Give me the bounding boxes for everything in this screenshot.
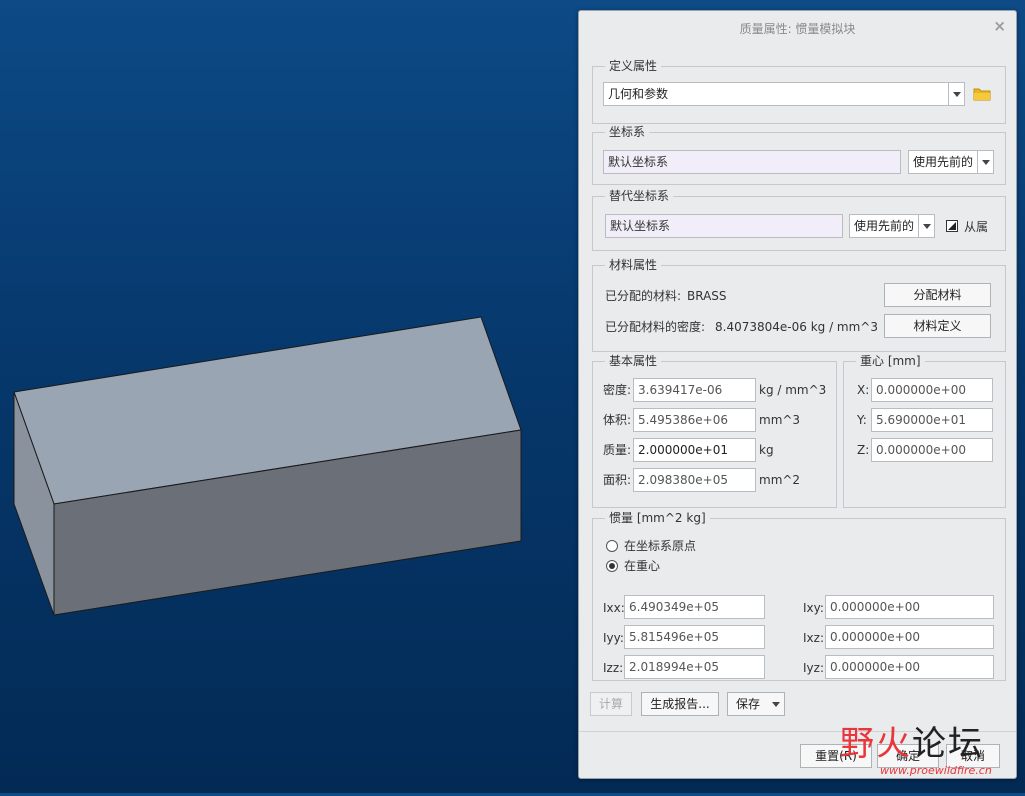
dialog-titlebar[interactable]: 质量属性: 惯量模拟块 × (579, 11, 1016, 43)
coordinate-system-field[interactable]: 默认坐标系 (603, 150, 901, 174)
izz-field[interactable]: 2.018994e+05 (624, 655, 765, 679)
volume-field[interactable]: 5.495386e+06 (633, 408, 756, 432)
dependent-toggle-icon[interactable] (946, 220, 958, 232)
cog-z-field[interactable]: 0.000000e+00 (871, 438, 993, 462)
footer-separator (579, 731, 1016, 732)
chevron-down-icon[interactable] (918, 215, 934, 237)
iyy-label: Iyy: (603, 631, 624, 645)
ixy-field[interactable]: 0.000000e+00 (825, 595, 994, 619)
chevron-down-icon[interactable] (977, 151, 993, 173)
area-label: 面积: (603, 473, 632, 487)
radio-at-origin-label: 在坐标系原点 (624, 539, 697, 553)
coordinate-system-group: 坐标系 默认坐标系 使用先前的 (592, 124, 1006, 185)
radio-at-origin[interactable] (606, 540, 618, 552)
inertia-group: 惯量 [mm^2 kg] 在坐标系原点 在重心 Ixx: 6.490349e+0… (592, 510, 1006, 681)
save-menu-button[interactable]: 保存 (727, 692, 785, 716)
volume-label: 体积: (603, 413, 632, 427)
center-of-gravity-legend: 重心 [mm] (856, 353, 925, 369)
mass-label: 质量: (603, 443, 632, 457)
generate-report-button[interactable]: 生成报告... (641, 692, 719, 716)
reset-button[interactable]: 重置(R) (800, 744, 872, 768)
density-label: 密度: (603, 383, 632, 397)
radio-at-cog-label: 在重心 (624, 559, 661, 573)
cog-y-label: Y: (857, 413, 867, 427)
density-unit: kg / mm^3 (759, 383, 827, 397)
basic-properties-group: 基本属性 密度: 3.639417e-06 kg / mm^3 体积: 5.49… (592, 353, 837, 508)
mass-field[interactable]: 2.000000e+01 (633, 438, 756, 462)
iyz-field[interactable]: 0.000000e+00 (825, 655, 994, 679)
folder-icon[interactable] (973, 86, 991, 101)
iyz-label: Iyz: (803, 661, 824, 675)
material-density-label: 已分配材料的密度: (605, 320, 706, 334)
radio-at-cog[interactable] (606, 560, 618, 572)
alt-coordinate-system-mode-select[interactable]: 使用先前的 (849, 214, 935, 238)
cog-z-label: Z: (857, 443, 870, 457)
area-unit: mm^2 (759, 473, 801, 487)
define-properties-legend: 定义属性 (605, 58, 662, 74)
inertia-legend: 惯量 [mm^2 kg] (605, 510, 710, 526)
dialog-title: 质量属性: 惯量模拟块 (739, 22, 856, 36)
assigned-material-label: 已分配的材料: (605, 289, 682, 303)
chevron-down-icon[interactable] (948, 83, 964, 105)
volume-unit: mm^3 (759, 413, 801, 427)
ixx-field[interactable]: 6.490349e+05 (624, 595, 765, 619)
compute-button[interactable]: 计算 (590, 692, 632, 716)
mass-properties-dialog: 质量属性: 惯量模拟块 × 定义属性 几何和参数 坐标系 默认坐标系 使用先前的… (578, 10, 1017, 779)
material-definition-button[interactable]: 材料定义 (884, 314, 991, 338)
ixx-label: Ixx: (603, 601, 625, 615)
mass-unit: kg (759, 443, 774, 457)
coordinate-system-mode-select[interactable]: 使用先前的 (908, 150, 994, 174)
define-properties-group: 定义属性 几何和参数 (592, 58, 1006, 124)
dependent-label: 从属 (964, 220, 989, 234)
define-method-select[interactable]: 几何和参数 (603, 82, 965, 106)
material-properties-group: 材料属性 已分配的材料: BRASS 已分配材料的密度: 8.4073804e-… (592, 257, 1006, 352)
ok-button[interactable]: 确定 (877, 744, 939, 768)
assigned-material-value: BRASS (687, 289, 727, 303)
cog-x-label: X: (857, 383, 870, 397)
area-field[interactable]: 2.098380e+05 (633, 468, 756, 492)
cog-y-field[interactable]: 5.690000e+01 (871, 408, 993, 432)
izz-label: Izz: (603, 661, 624, 675)
ixz-label: Ixz: (803, 631, 824, 645)
alt-coordinate-system-mode-value: 使用先前的 (854, 219, 915, 233)
alt-coordinate-system-legend: 替代坐标系 (605, 188, 674, 204)
assign-material-button[interactable]: 分配材料 (884, 283, 991, 307)
save-label: 保存 (736, 697, 761, 711)
cancel-button[interactable]: 取消 (946, 744, 1000, 768)
basic-properties-legend: 基本属性 (605, 353, 662, 369)
material-properties-legend: 材料属性 (605, 257, 662, 273)
coordinate-system-legend: 坐标系 (605, 124, 650, 140)
close-icon[interactable]: × (993, 17, 1006, 35)
center-of-gravity-group: 重心 [mm] X: 0.000000e+00 Y: 5.690000e+01 … (843, 353, 1006, 508)
ixz-field[interactable]: 0.000000e+00 (825, 625, 994, 649)
material-density-value: 8.4073804e-06 kg / mm^3 (715, 320, 878, 334)
ixy-label: Ixy: (803, 601, 824, 615)
cog-x-field[interactable]: 0.000000e+00 (871, 378, 993, 402)
alt-coordinate-system-group: 替代坐标系 默认坐标系 使用先前的 从属 (592, 188, 1006, 251)
iyy-field[interactable]: 5.815496e+05 (624, 625, 765, 649)
coordinate-system-mode-value: 使用先前的 (913, 155, 974, 169)
define-method-value: 几何和参数 (608, 87, 669, 101)
chevron-down-icon (772, 702, 780, 707)
density-field[interactable]: 3.639417e-06 (633, 378, 756, 402)
alt-coordinate-system-field[interactable]: 默认坐标系 (605, 214, 843, 238)
